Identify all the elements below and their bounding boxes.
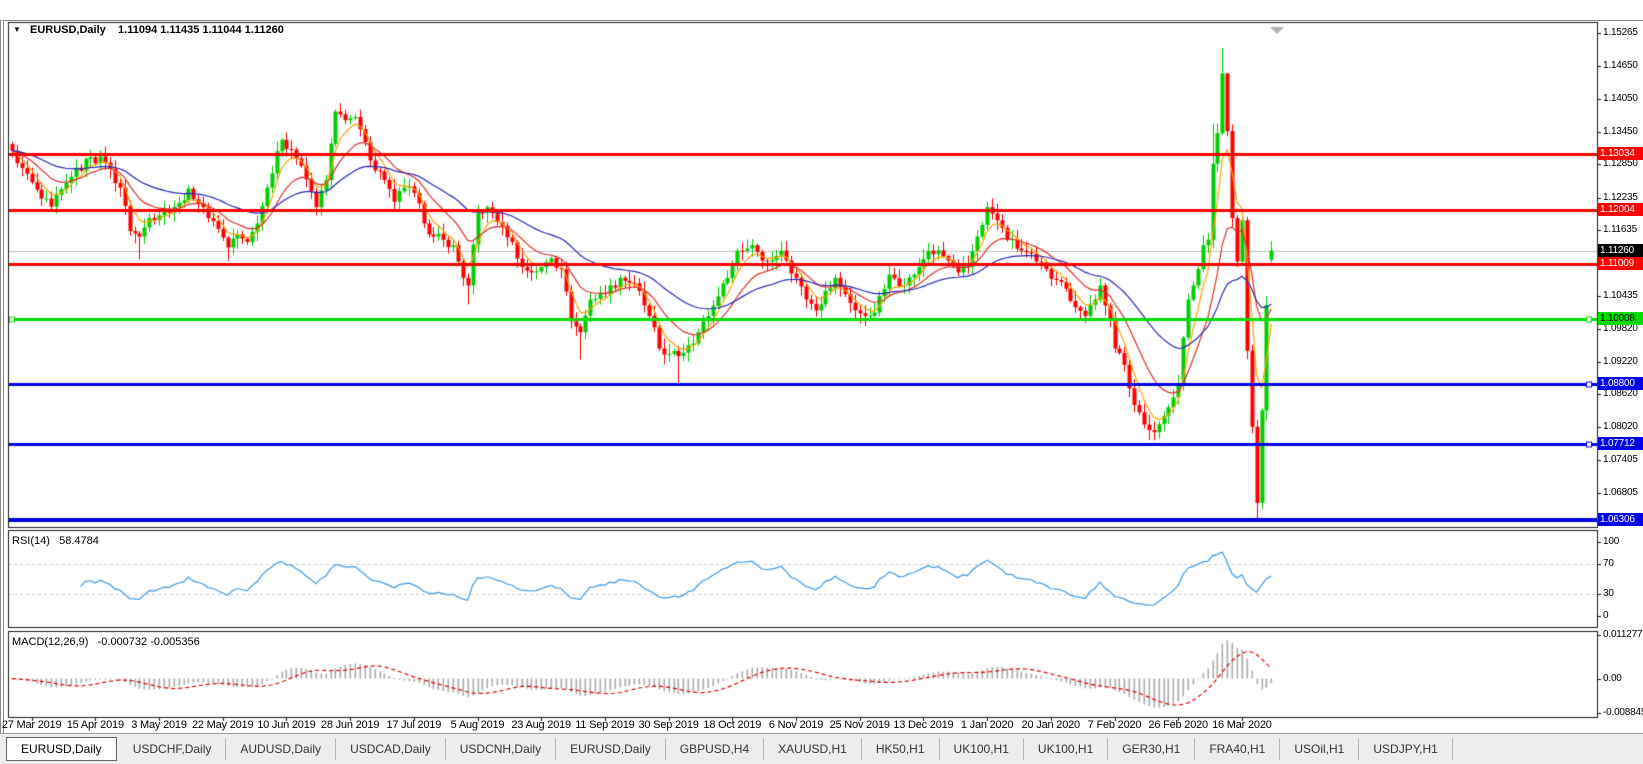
date-label: 7 Feb 2020 — [1087, 719, 1142, 731]
macd-scale-tick: 0.00 — [1603, 672, 1622, 684]
macd-scale-tick: 0.011277 — [1603, 628, 1643, 640]
price-level-label: 1.11009 — [1598, 257, 1643, 271]
chart-title: ▼ EURUSD,Daily 1.11094 1.11435 1.11044 1… — [13, 24, 284, 36]
date-label: 30 Sep 2019 — [638, 719, 699, 731]
chart-ohlc-values: 1.11094 1.11435 1.11044 1.11260 — [118, 24, 284, 36]
tab-usdjpy-h1[interactable]: USDJPY,H1 — [1359, 738, 1453, 760]
price-tick: 1.11635 — [1603, 224, 1638, 236]
macd-label: MACD(12,26,9) -0.000732 -0.005356 — [12, 636, 200, 648]
rsi-scale-tick: 70 — [1603, 558, 1614, 570]
date-label: 6 Nov 2019 — [768, 719, 824, 731]
tab-usoil-h1[interactable]: USOil,H1 — [1280, 738, 1360, 760]
price-level-label: 1.13034 — [1598, 147, 1643, 161]
date-label: 22 May 2019 — [191, 719, 254, 731]
date-label: 23 Aug 2019 — [511, 719, 571, 731]
price-level-label: 1.08800 — [1598, 377, 1643, 391]
date-label: 3 May 2019 — [131, 719, 187, 731]
rsi-label: RSI(14) 58.4784 — [12, 535, 99, 547]
tab-eurusd-daily[interactable]: EURUSD,Daily — [6, 737, 117, 761]
price-tick: 1.14050 — [1603, 93, 1638, 105]
tab-hk50-h1[interactable]: HK50,H1 — [862, 738, 940, 760]
date-label: 17 Jul 2019 — [386, 719, 442, 731]
window-menu-icon[interactable]: ▼ — [13, 25, 21, 34]
chart-tab-bar: EURUSD,Daily USDCHF,Daily AUDUSD,Daily USDC… — [0, 733, 1643, 764]
date-label: 25 Nov 2019 — [829, 719, 890, 731]
price-tick: 1.12235 — [1603, 191, 1638, 203]
macd-values: -0.000732 -0.005356 — [97, 636, 200, 648]
date-label: 20 Jan 2020 — [1021, 719, 1081, 731]
rsi-value: 58.4784 — [59, 535, 99, 547]
rsi-scale-tick: 100 — [1603, 536, 1620, 548]
date-label: 5 Aug 2019 — [450, 719, 505, 731]
date-label: 11 Sep 2019 — [575, 719, 635, 731]
tab-uk100-h1[interactable]: UK100,H1 — [1024, 738, 1109, 760]
price-tick: 1.09220 — [1603, 355, 1638, 367]
tab-usdcnh-daily[interactable]: USDCNH,Daily — [446, 738, 557, 760]
price-tick: 1.10435 — [1603, 289, 1638, 301]
date-label: 16 Mar 2020 — [1212, 719, 1272, 731]
date-label: 13 Dec 2019 — [893, 719, 954, 731]
date-label: 18 Oct 2019 — [703, 719, 762, 731]
date-label: 27 Mar 2019 — [1, 719, 62, 731]
tab-usdchf-daily[interactable]: USDCHF,Daily — [119, 738, 227, 760]
price-tick: 1.06805 — [1603, 486, 1638, 498]
price-level-label: 1.11260 — [1598, 243, 1643, 257]
date-label: 26 Feb 2020 — [1148, 719, 1208, 731]
tab-xauusd-h1[interactable]: XAUUSD,H1 — [764, 738, 862, 760]
date-label: 28 Jun 2019 — [320, 719, 380, 731]
macd-scale-tick: -0.008845 — [1603, 706, 1643, 718]
price-tick: 1.09820 — [1603, 322, 1638, 334]
price-level-label: 1.12004 — [1598, 203, 1643, 217]
price-level-label: 1.06306 — [1598, 512, 1643, 526]
tab-uk100-h1[interactable]: UK100,H1 — [940, 738, 1024, 760]
rsi-scale-tick: 30 — [1603, 587, 1614, 599]
price-tick: 1.08020 — [1603, 420, 1638, 432]
price-tick: 1.14650 — [1603, 60, 1638, 72]
date-label: 15 Apr 2019 — [66, 719, 124, 731]
date-label: 10 Jun 2019 — [257, 719, 316, 731]
tab-usdcad-daily[interactable]: USDCAD,Daily — [336, 738, 446, 760]
tab-eurusd-daily[interactable]: EURUSD,Daily — [556, 738, 666, 760]
price-level-label: 1.07712 — [1598, 436, 1643, 450]
tab-audusd-daily[interactable]: AUDUSD,Daily — [226, 738, 337, 760]
price-tick: 1.13450 — [1603, 125, 1638, 137]
chart-symbol-label: EURUSD,Daily — [29, 24, 106, 36]
price-tick: 1.07405 — [1603, 454, 1638, 466]
tab-ger30-h1[interactable]: GER30,H1 — [1108, 738, 1196, 760]
tab-gbpusd-h4[interactable]: GBPUSD,H4 — [666, 738, 765, 760]
tab-fra40-h1[interactable]: FRA40,H1 — [1195, 738, 1281, 760]
price-level-label: 1.10008 — [1598, 311, 1643, 325]
date-label: 1 Jan 2020 — [960, 719, 1014, 731]
price-tick: 1.15265 — [1603, 26, 1638, 38]
chart-canvas[interactable] — [0, 0, 1643, 764]
rsi-scale-tick: 0 — [1603, 609, 1609, 621]
